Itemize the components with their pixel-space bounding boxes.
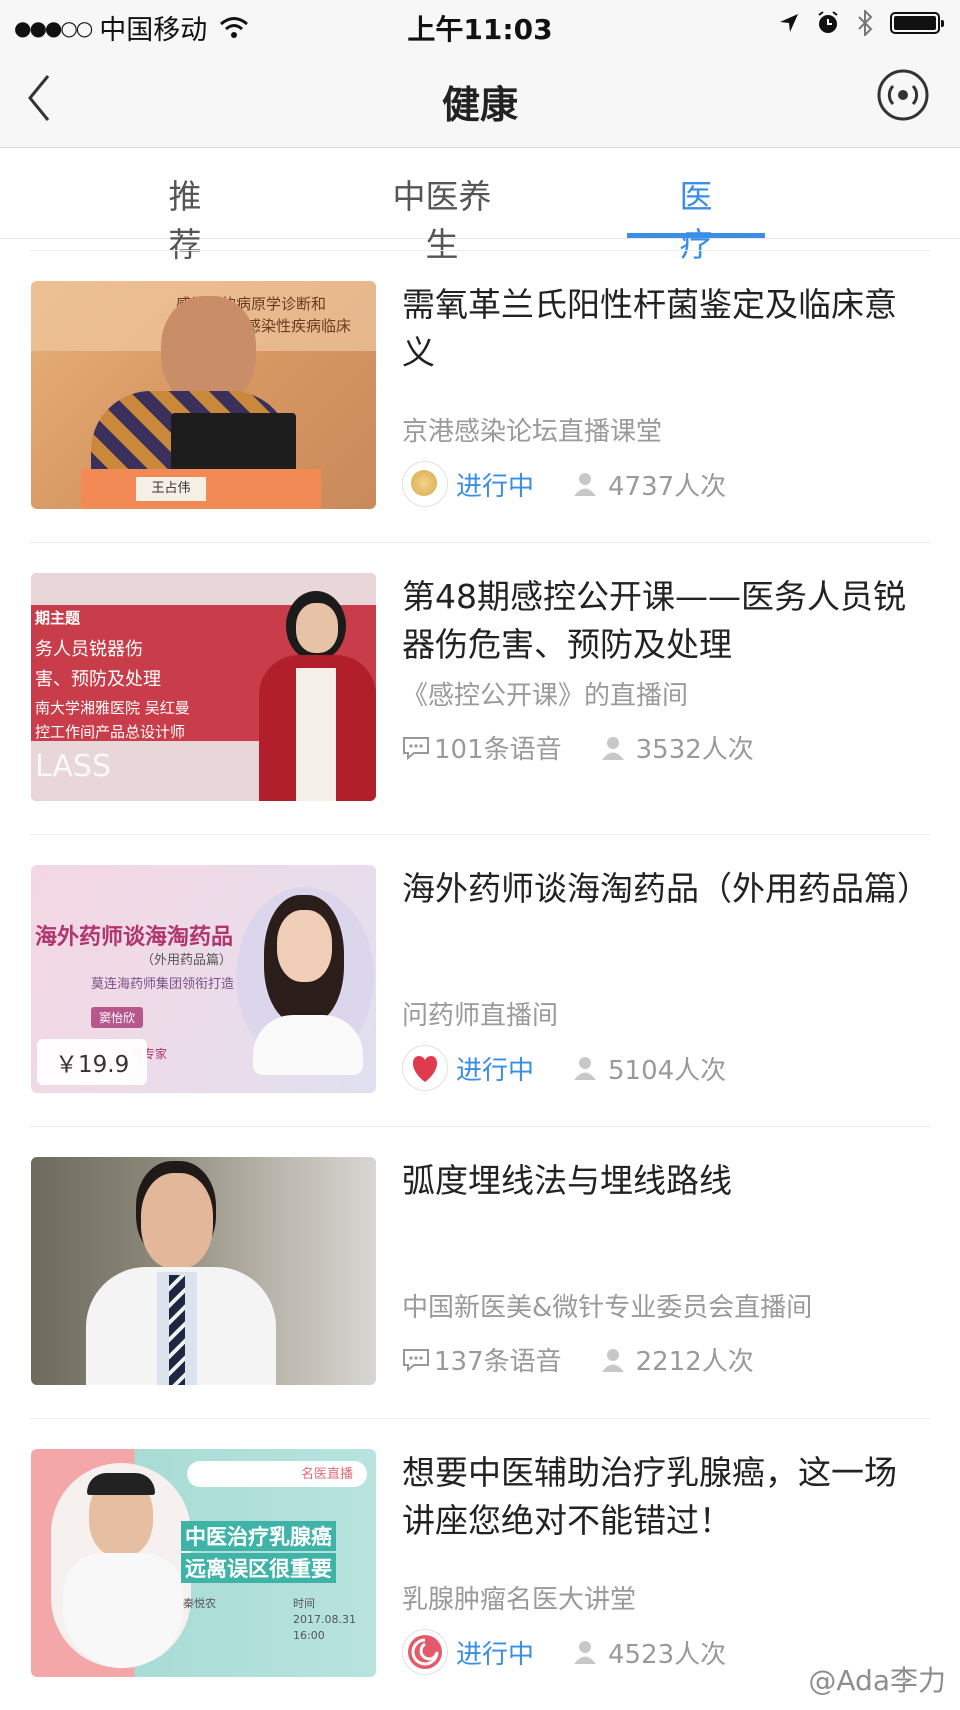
presenter-face xyxy=(296,603,338,653)
course-thumbnail[interactable] xyxy=(31,1157,376,1385)
course-source: 中国新医美&微针专业委员会直播间 xyxy=(402,1293,813,1323)
live-radio-icon[interactable] xyxy=(876,68,930,122)
thumb-text-3: 莫连海药师集团领衔打造 xyxy=(91,977,235,992)
status-bar-right xyxy=(778,10,944,36)
thumb-text-1: 海外药师谈海淘药品 xyxy=(35,925,234,950)
thumb-text-3: 远离误区很重要 xyxy=(181,1553,336,1583)
battery-icon xyxy=(890,12,944,34)
doctor-face xyxy=(141,1173,213,1269)
thumb-text-1: 名医直播 xyxy=(301,1467,354,1482)
view-count: 4737人次 xyxy=(572,466,726,503)
view-count-text: 3532人次 xyxy=(635,735,754,765)
portrait-coat xyxy=(253,1015,363,1075)
presenter-shirt xyxy=(296,668,336,801)
thumb-text-4: 秦悦农 xyxy=(183,1597,216,1610)
course-title[interactable]: 海外药师谈海淘药品（外用药品篇） xyxy=(402,865,930,913)
thumb-text-5: 控工作间产品总设计师 xyxy=(35,723,186,741)
category-tabs: 推荐 中医养生 医疗 xyxy=(0,148,960,264)
view-count: 2212人次 xyxy=(600,1341,754,1378)
view-count-text: 2212人次 xyxy=(635,1347,754,1377)
view-count: 5104人次 xyxy=(572,1050,726,1087)
thumb-text-6: LASS xyxy=(35,749,112,784)
course-title[interactable]: 需氧革兰氏阳性杆菌鉴定及临床意义 xyxy=(402,281,922,377)
person-icon xyxy=(574,1057,597,1080)
price-badge: ￥19.9 xyxy=(37,1039,148,1085)
view-count: 3532人次 xyxy=(600,729,754,766)
course-meta: 进行中 5104人次 xyxy=(402,1045,726,1091)
channel-logo-icon xyxy=(402,1629,448,1675)
person-icon xyxy=(574,473,597,496)
course-meta: 进行中 4737人次 xyxy=(402,461,726,507)
active-tab-indicator xyxy=(627,233,765,238)
location-arrow-icon xyxy=(780,14,798,32)
weibo-watermark: @Ada李力 xyxy=(808,1664,946,1697)
person-icon xyxy=(601,736,624,760)
voice-count-text: 101条语音 xyxy=(434,735,562,765)
list-item[interactable]: 海外药师谈海淘药品 （外用药品篇） 莫连海药师集团领衔打造 窦怡欣 导专家 ￥1… xyxy=(30,835,930,1127)
doctor-coat xyxy=(63,1553,183,1668)
page-title: 健康 xyxy=(441,83,518,127)
person-icon xyxy=(601,1348,624,1372)
course-thumbnail[interactable]: 海外药师谈海淘药品 （外用药品篇） 莫连海药师集团领衔打造 窦怡欣 导专家 ￥1… xyxy=(31,865,376,1093)
thumb-text-4: 窦怡欣 xyxy=(91,1007,144,1028)
course-meta: 进行中 4523人次 xyxy=(402,1629,726,1675)
course-thumbnail[interactable]: 期主题 务人员锐器伤 害、预防及处理 南大学湘雅医院 吴红曼 控工作间产品总设计… xyxy=(31,573,376,801)
portrait-face xyxy=(277,910,332,982)
thumb-text-4: 南大学湘雅医院 吴红曼 xyxy=(35,699,190,717)
bluetooth-icon xyxy=(858,10,873,36)
thumb-text-6: 2017.08.31 xyxy=(293,1613,356,1626)
course-meta: 101条语音 3532人次 xyxy=(402,729,754,766)
view-count-text: 4737人次 xyxy=(608,471,727,502)
view-count-text: 5104人次 xyxy=(608,1055,727,1086)
live-status: 进行中 xyxy=(456,1055,535,1086)
course-list: 感染病的病原学诊断和 染感染性疾病临床 王占伟 需氧革兰氏阳性杆菌鉴定及临床意义… xyxy=(30,250,930,1710)
list-item[interactable]: 弧度埋线法与埋线路线 中国新医美&微针专业委员会直播间 137条语音 2212人… xyxy=(30,1127,930,1419)
course-source: 问药师直播间 xyxy=(402,1001,559,1031)
voice-count: 137条语音 xyxy=(402,1341,562,1378)
thumb-text-2: （外用药品篇） xyxy=(141,953,233,968)
course-title[interactable]: 弧度埋线法与埋线路线 xyxy=(402,1157,922,1205)
alarm-icon xyxy=(818,11,838,33)
list-item[interactable]: 期主题 务人员锐器伤 害、预防及处理 南大学湘雅医院 吴红曼 控工作间产品总设计… xyxy=(30,543,930,835)
course-title[interactable]: 第48期感控公开课——医务人员锐器伤危害、预防及处理 xyxy=(402,573,922,669)
nav-bar: 健康 xyxy=(0,50,960,148)
laptop xyxy=(171,413,296,473)
course-thumbnail[interactable]: 感染病的病原学诊断和 染感染性疾病临床 王占伟 xyxy=(31,281,376,509)
logo-mark xyxy=(411,470,437,496)
person-icon xyxy=(574,1641,597,1664)
heart-logo-icon xyxy=(412,1056,438,1082)
status-bar: ●●●○○ 中国移动 上午11:03 xyxy=(0,0,960,50)
list-item[interactable]: 感染病的病原学诊断和 染感染性疾病临床 王占伟 需氧革兰氏阳性杆菌鉴定及临床意义… xyxy=(30,250,930,543)
course-source: 乳腺肿瘤名医大讲堂 xyxy=(402,1585,637,1615)
voice-count: 101条语音 xyxy=(402,729,562,766)
thumb-text-1: 期主题 xyxy=(35,609,81,627)
course-thumbnail[interactable]: 名医直播 中医治疗乳腺癌 远离误区很重要 秦悦农 时间 2017.08.31 1… xyxy=(31,1449,376,1677)
doctor-hair xyxy=(87,1473,155,1495)
live-status: 进行中 xyxy=(456,471,535,502)
thumb-text-7: 16:00 xyxy=(293,1629,325,1642)
thumb-text-5: 时间 xyxy=(293,1597,315,1610)
channel-logo-icon xyxy=(402,461,448,507)
course-source: 京港感染论坛直播课堂 xyxy=(402,417,663,447)
course-title[interactable]: 想要中医辅助治疗乳腺癌，这一场讲座您绝对不能错过！ xyxy=(402,1449,922,1545)
view-count: 4523人次 xyxy=(572,1634,726,1671)
channel-logo-icon xyxy=(402,1045,448,1091)
list-item[interactable]: 名医直播 中医治疗乳腺癌 远离误区很重要 秦悦农 时间 2017.08.31 1… xyxy=(30,1419,930,1710)
speaker-head xyxy=(161,296,256,406)
swirl-logo-icon xyxy=(408,1635,442,1669)
view-count-text: 4523人次 xyxy=(608,1639,727,1670)
comment-icon xyxy=(403,736,429,760)
name-plate: 王占伟 xyxy=(136,477,206,501)
doctor-tie xyxy=(169,1275,185,1385)
voice-count-text: 137条语音 xyxy=(434,1347,562,1377)
thumb-text-2: 务人员锐器伤 xyxy=(35,639,143,660)
course-source: 《感控公开课》的直播间 xyxy=(402,681,689,711)
course-meta: 137条语音 2212人次 xyxy=(402,1341,754,1378)
live-status: 进行中 xyxy=(456,1639,535,1670)
comment-icon xyxy=(403,1348,429,1372)
thumb-text-2: 中医治疗乳腺癌 xyxy=(181,1521,336,1551)
thumb-text-3: 害、预防及处理 xyxy=(35,669,161,690)
